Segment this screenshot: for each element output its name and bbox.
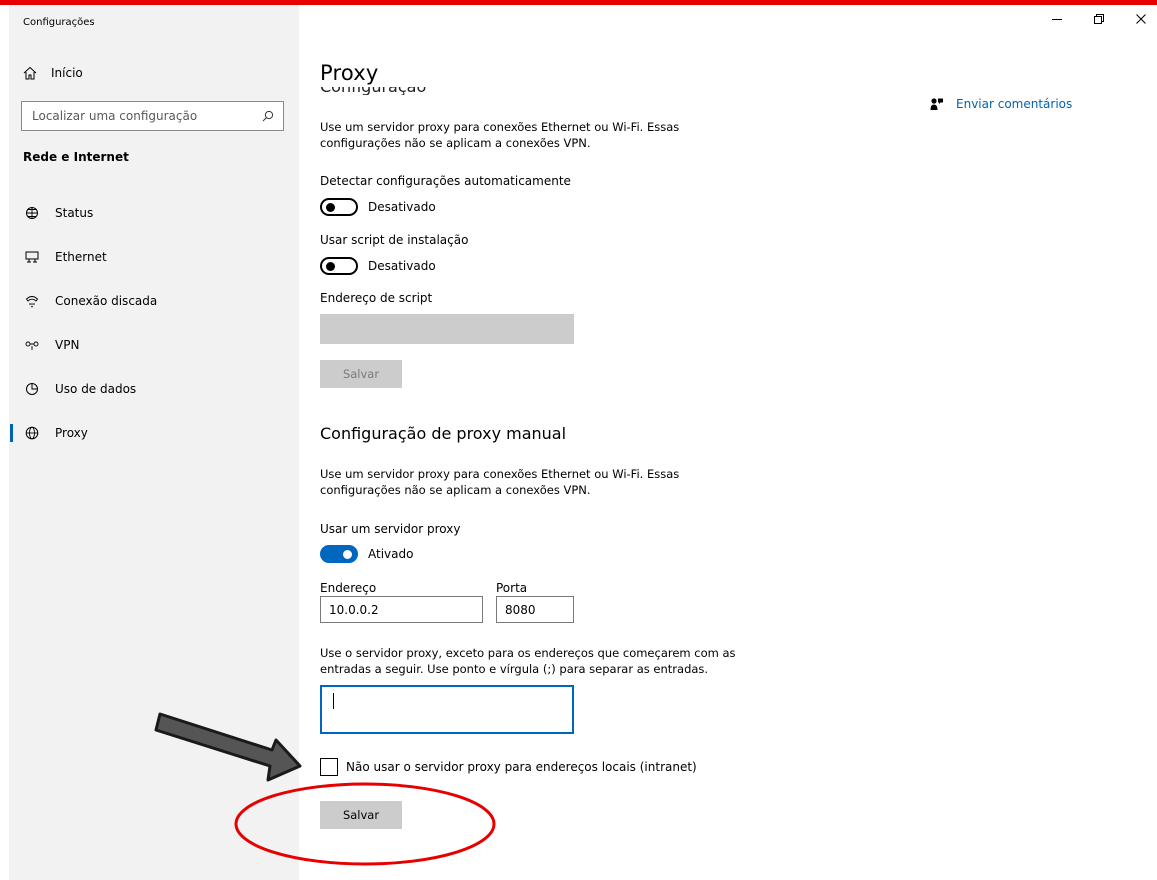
section-title: Rede e Internet — [23, 150, 129, 164]
search-input[interactable] — [32, 109, 252, 123]
nav-list: Status Ethernet Conexão discada VPN Uso … — [9, 191, 299, 455]
search-box[interactable] — [21, 101, 284, 131]
sidebar-item-label: Conexão discada — [55, 294, 158, 308]
sidebar-item-ethernet[interactable]: Ethernet — [9, 235, 299, 279]
feedback-link[interactable]: Enviar comentários — [930, 97, 1072, 111]
script-label: Usar script de instalação — [320, 233, 469, 247]
script-state: Desativado — [368, 259, 436, 273]
sidebar-item-dialup[interactable]: Conexão discada — [9, 279, 299, 323]
detect-toggle[interactable] — [320, 198, 358, 216]
app-title: Configurações — [23, 17, 95, 28]
auto-proxy-heading-text: Configuração automática de proxy — [320, 87, 520, 95]
address-label: Endereço — [320, 581, 377, 595]
ethernet-icon — [25, 250, 39, 264]
use-proxy-toggle-row: Ativado — [320, 545, 413, 563]
nav-home-label: Início — [51, 66, 83, 80]
manual-section-title: Configuração de proxy manual — [320, 424, 567, 443]
exceptions-input[interactable] — [320, 685, 574, 734]
local-bypass-label: Não usar o servidor proxy para endereços… — [346, 760, 697, 774]
use-proxy-toggle[interactable] — [320, 545, 358, 563]
auto-save-button[interactable]: Salvar — [320, 360, 402, 388]
sidebar-item-label: Status — [55, 206, 94, 220]
manual-description: Use um servidor proxy para conexões Ethe… — [320, 467, 680, 497]
detect-label: Detectar configurações automaticamente — [320, 174, 571, 188]
sidebar-item-data-usage[interactable]: Uso de dados — [9, 367, 299, 411]
status-icon — [25, 206, 39, 220]
port-value: 8080 — [505, 602, 536, 617]
annotation-ellipse — [234, 782, 496, 866]
sidebar-item-proxy[interactable]: Proxy — [9, 411, 299, 455]
script-address-input[interactable] — [320, 314, 574, 344]
port-field[interactable]: 8080 — [496, 596, 574, 623]
local-bypass-checkbox[interactable] — [320, 758, 338, 776]
dialup-icon — [25, 294, 39, 308]
page-title: Proxy — [320, 61, 379, 85]
script-toggle-row: Desativado — [320, 257, 436, 275]
text-caret — [333, 693, 334, 709]
script-address-label: Endereço de script — [320, 291, 433, 305]
sidebar-item-label: Proxy — [55, 426, 88, 440]
detect-state: Desativado — [368, 200, 436, 214]
auto-description: Use um servidor proxy para conexões Ethe… — [320, 120, 680, 150]
sidebar-item-label: Ethernet — [55, 250, 107, 264]
address-value: 10.0.0.2 — [329, 602, 379, 617]
data-usage-icon — [25, 382, 39, 396]
sidebar-item-status[interactable]: Status — [9, 191, 299, 235]
main-content: Proxy Configuração automática de proxy E… — [320, 5, 1140, 880]
use-proxy-label: Usar um servidor proxy — [320, 522, 461, 536]
port-label: Porta — [496, 581, 528, 595]
nav-home[interactable]: Início — [23, 63, 83, 83]
search-icon[interactable] — [261, 109, 275, 123]
exceptions-description: Use o servidor proxy, exceto para os end… — [320, 646, 736, 676]
home-icon — [23, 66, 37, 80]
vpn-icon — [25, 338, 39, 352]
sidebar-item-label: Uso de dados — [55, 382, 137, 396]
annotation-arrow — [154, 712, 302, 782]
use-proxy-state: Ativado — [368, 547, 414, 561]
address-field[interactable]: 10.0.0.2 — [320, 596, 483, 623]
script-toggle[interactable] — [320, 257, 358, 275]
auto-proxy-heading: Configuração automática de proxy — [320, 87, 520, 95]
feedback-label: Enviar comentários — [956, 97, 1073, 111]
sidebar-item-label: VPN — [55, 338, 80, 352]
globe-icon — [25, 426, 39, 440]
sidebar-item-vpn[interactable]: VPN — [9, 323, 299, 367]
detect-toggle-row: Desativado — [320, 198, 436, 216]
local-bypass-row: Não usar o servidor proxy para endereços… — [320, 758, 697, 776]
feedback-icon — [930, 97, 944, 111]
